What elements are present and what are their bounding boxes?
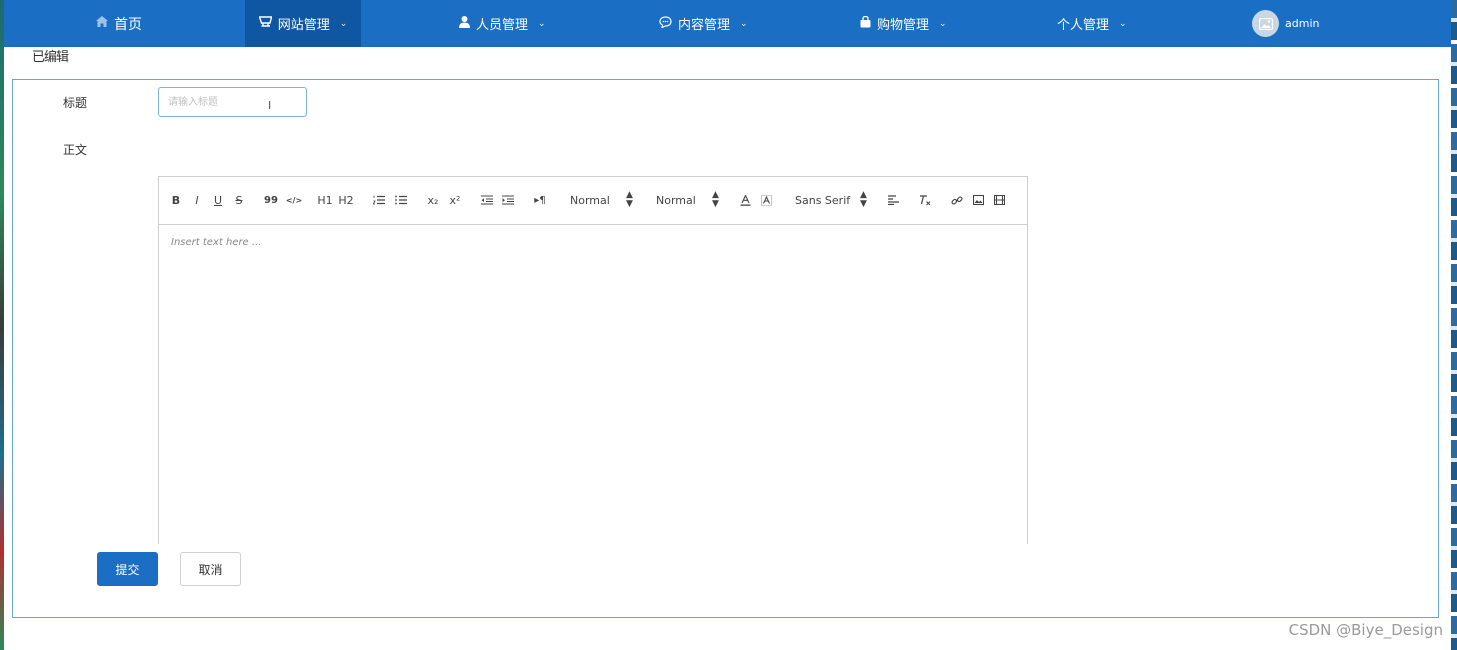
nav-content-management[interactable]: 内容管理 ⌄ xyxy=(659,0,759,47)
user-icon xyxy=(459,15,470,32)
size-picker[interactable]: Normal ▲ ▼ xyxy=(570,191,636,209)
nav-home-label: 首页 xyxy=(114,16,142,33)
shop-cart-icon xyxy=(258,15,273,32)
clear-format-button[interactable] xyxy=(918,191,932,209)
font-picker-label: Sans Serif xyxy=(795,193,851,207)
indent-button[interactable] xyxy=(501,191,515,209)
image-placeholder-icon xyxy=(1258,17,1273,30)
size-picker-label: Normal xyxy=(570,193,610,207)
nav-people-management-label: 人员管理 xyxy=(476,18,529,33)
bullet-list-button[interactable] xyxy=(394,191,408,209)
nav-shopping-management[interactable]: 购物管理 ⌄ xyxy=(860,0,960,47)
italic-button[interactable]: I xyxy=(191,191,203,209)
outdent-icon xyxy=(481,195,493,205)
outdent-button[interactable] xyxy=(480,191,494,209)
chevron-down-icon: ⌄ xyxy=(1119,18,1127,29)
bold-button[interactable]: B xyxy=(170,191,182,209)
ordered-list-icon xyxy=(373,195,385,205)
chevron-down-icon: ⌄ xyxy=(939,18,947,29)
image-icon xyxy=(972,195,984,205)
nav-site-management[interactable]: 网站管理 ⌄ xyxy=(245,0,361,47)
text-direction-button[interactable]: ▸¶ xyxy=(532,191,548,209)
text-cursor-icon: I xyxy=(268,99,272,112)
subscript-button[interactable]: x₂ xyxy=(425,191,441,209)
video-button[interactable] xyxy=(992,191,1006,209)
editor-placeholder: Insert text here ... xyxy=(171,237,262,248)
nav-personal-management-label: 个人管理 xyxy=(1057,18,1110,33)
updown-arrows-icon: ▲ ▼ xyxy=(860,190,867,209)
desktop-right-edge xyxy=(1451,0,1457,650)
code-block-button[interactable]: </> xyxy=(286,191,302,209)
align-button[interactable] xyxy=(886,191,900,209)
article-form-card: 标题 I 正文 B I U S 99 </> H1 H2 x₂ x² xyxy=(12,79,1439,618)
user-name: admin xyxy=(1285,17,1320,30)
header-picker[interactable]: Normal ▲ ▼ xyxy=(656,191,722,209)
chevron-down-icon: ⌄ xyxy=(538,18,546,29)
body-label: 正文 xyxy=(63,143,88,157)
background-color-button[interactable] xyxy=(759,191,773,209)
updown-arrows-icon: ▲ ▼ xyxy=(712,190,719,209)
watermark: CSDN @Biye_Design xyxy=(1288,621,1443,639)
text-color-icon xyxy=(740,194,750,206)
editor-content-area[interactable]: Insert text here ... xyxy=(159,225,1027,545)
desktop-left-edge xyxy=(0,0,4,650)
submit-button[interactable]: 提交 xyxy=(97,552,158,586)
editor-toolbar: B I U S 99 </> H1 H2 x₂ x² ▸¶ Normal ▲ ▼… xyxy=(159,177,1027,225)
clear-format-icon xyxy=(920,194,931,205)
image-button[interactable] xyxy=(971,191,985,209)
blockquote-button[interactable]: 99 xyxy=(263,191,279,209)
superscript-button[interactable]: x² xyxy=(447,191,463,209)
ordered-list-button[interactable] xyxy=(372,191,386,209)
strike-button[interactable]: S xyxy=(233,191,245,209)
align-left-icon xyxy=(887,195,899,205)
header-picker-label: Normal xyxy=(656,193,696,207)
shopping-bag-icon xyxy=(860,15,871,32)
avatar[interactable] xyxy=(1252,10,1279,37)
nav-people-management[interactable]: 人员管理 ⌄ xyxy=(459,0,559,47)
indent-icon xyxy=(502,195,514,205)
nav-site-management-label: 网站管理 xyxy=(277,18,330,33)
title-input[interactable] xyxy=(158,87,307,117)
chevron-down-icon: ⌄ xyxy=(339,18,348,29)
rich-text-editor: B I U S 99 </> H1 H2 x₂ x² ▸¶ Normal ▲ ▼… xyxy=(158,176,1028,544)
nav-user-menu[interactable]: admin xyxy=(1252,0,1342,47)
font-picker[interactable]: Sans Serif ▲ ▼ xyxy=(795,191,869,209)
highlight-color-icon xyxy=(760,194,772,206)
header-2-button[interactable]: H2 xyxy=(338,191,354,209)
nav-personal-management[interactable]: 个人管理 ⌄ xyxy=(1057,0,1137,47)
chat-bubble-icon xyxy=(659,15,672,32)
text-color-button[interactable] xyxy=(738,191,752,209)
updown-arrows-icon: ▲ ▼ xyxy=(626,190,633,209)
bullet-list-icon xyxy=(395,195,407,205)
nav-home[interactable]: 首页 xyxy=(96,0,166,47)
title-label: 标题 xyxy=(63,96,88,110)
header-1-button[interactable]: H1 xyxy=(317,191,333,209)
chevron-down-icon: ⌄ xyxy=(740,18,748,29)
link-button[interactable] xyxy=(950,191,964,209)
video-icon xyxy=(993,195,1005,205)
link-icon xyxy=(951,195,963,205)
top-navigation-bar: 首页 网站管理 ⌄ 人员管理 ⌄ 内容管理 ⌄ 购物管理 ⌄ 个人管理 ⌄ ad… xyxy=(4,0,1451,47)
nav-content-management-label: 内容管理 xyxy=(678,18,731,33)
cancel-button[interactable]: 取消 xyxy=(180,552,241,586)
page-title: 已编辑 xyxy=(32,50,69,65)
home-icon xyxy=(96,16,108,31)
underline-button[interactable]: U xyxy=(212,191,224,209)
nav-shopping-management-label: 购物管理 xyxy=(877,18,930,33)
